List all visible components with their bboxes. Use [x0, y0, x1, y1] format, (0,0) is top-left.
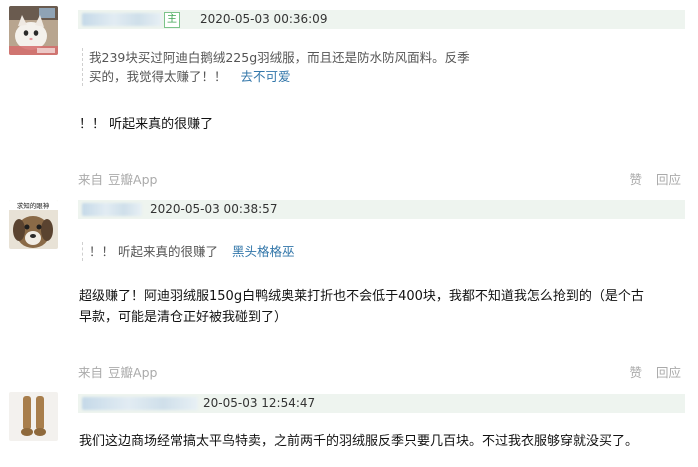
quoted-reply: 我239块买过阿迪白鹅绒225g羽绒服，而且还是防水防风面料。反季 买的，我觉得…: [82, 48, 470, 86]
comment-text-line: 超级赚了！阿迪羽绒服150g白鸭绒奥莱打折也不会低于400块，我都不知道我怎么抢…: [79, 289, 644, 304]
avatar-caption: 求知的眼神: [17, 201, 50, 210]
username-link[interactable]: [82, 397, 198, 410]
dog-avatar-icon: 求知的眼神: [9, 200, 58, 249]
quote-text: 我239块买过阿迪白鹅绒225g羽绒服，而且还是防水防风面料。反季: [89, 50, 470, 65]
quote-author-link[interactable]: 去不可爱: [241, 69, 291, 84]
timestamp: 20-05-03 12:54:47: [203, 396, 316, 410]
username-link[interactable]: [82, 203, 142, 216]
comment-text: 我们这边商场经常搞太平鸟特卖，之前两千的羽绒服反季只要几百块。不过我衣服够穿就没…: [79, 434, 639, 449]
timestamp: 2020-05-03 00:36:09: [200, 12, 328, 26]
source-prefix: 来自: [78, 365, 104, 380]
timestamp: 2020-05-03 00:38:57: [150, 202, 278, 216]
quoted-reply: ！！ 听起来真的很赚了 黑头格格巫: [82, 242, 295, 261]
quote-text: ！！ 听起来真的很赚了: [89, 244, 218, 259]
avatar[interactable]: 求知的眼神: [9, 200, 58, 249]
quote-author-link[interactable]: 黑头格格巫: [232, 244, 295, 259]
comment-footer: 来自 豆瓣App 赞 回应: [78, 172, 681, 188]
comment-text: ！！ 听起来真的很赚了: [79, 117, 214, 132]
source-app: 豆瓣App: [108, 172, 158, 187]
avatar[interactable]: [9, 6, 58, 55]
cat-avatar-icon: [9, 6, 58, 55]
reply-button[interactable]: 回应: [656, 172, 681, 187]
like-button[interactable]: 赞: [629, 172, 642, 187]
comment-meta: 2020-05-03 00:38:57: [78, 200, 685, 219]
like-button[interactable]: 赞: [629, 365, 642, 380]
source-app: 豆瓣App: [108, 365, 158, 380]
comment-meta: 主 2020-05-03 00:36:09: [78, 10, 685, 29]
source-prefix: 来自: [78, 172, 104, 187]
comment-meta: 20-05-03 12:54:47: [78, 394, 685, 413]
comment-text-line: 早款，可能是清仓正好被我碰到了）: [79, 310, 288, 325]
owner-badge: 主: [164, 12, 180, 28]
comment-footer: 来自 豆瓣App 赞 回应: [78, 365, 681, 381]
reply-button[interactable]: 回应: [656, 365, 681, 380]
comment-text: 超级赚了！阿迪羽绒服150g白鸭绒奥莱打折也不会低于400块，我都不知道我怎么抢…: [79, 286, 644, 328]
avatar[interactable]: [9, 392, 58, 441]
paw-avatar-icon: [9, 392, 58, 441]
quote-text: 买的，我觉得太赚了！！: [89, 69, 227, 84]
username-link[interactable]: [82, 13, 162, 26]
